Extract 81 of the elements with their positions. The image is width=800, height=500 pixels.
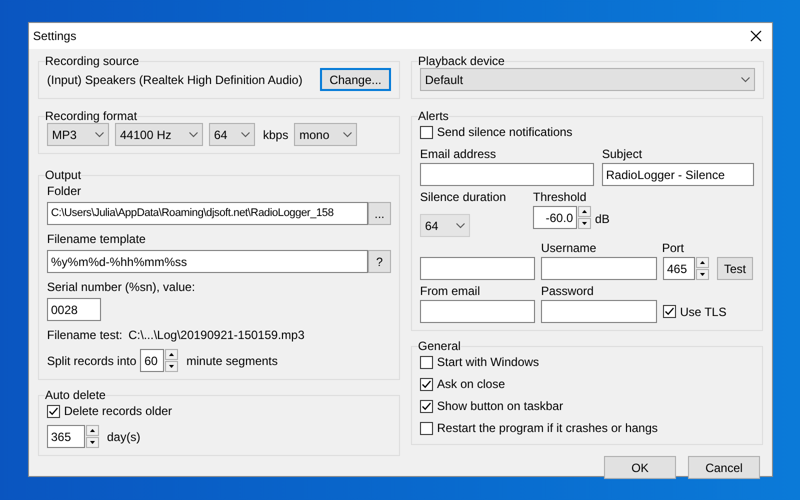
group-label: Playback device xyxy=(418,54,505,68)
checkbox-label[interactable]: Send silence notifications xyxy=(437,123,572,141)
input-field[interactable]: 0028 xyxy=(47,298,101,321)
input-field[interactable]: 465 xyxy=(663,257,695,280)
input-field[interactable] xyxy=(420,257,535,280)
field-label: Serial number (%sn), value: xyxy=(47,279,196,296)
field-label: (Input) Speakers (Realtek High Definition Audio) xyxy=(47,72,302,88)
field-label: minute segments xyxy=(186,352,278,370)
field-label: Split records into xyxy=(47,352,136,370)
field-label: Password xyxy=(541,283,594,300)
checkbox[interactable] xyxy=(420,422,433,434)
checkbox[interactable] xyxy=(420,126,433,138)
checkbox[interactable] xyxy=(420,378,433,390)
field-label: day(s) xyxy=(107,428,140,446)
chevron-down-icon xyxy=(95,132,104,138)
spin-buttons[interactable] xyxy=(696,257,709,280)
chevron-down-icon xyxy=(343,132,352,138)
group-label: Output xyxy=(45,168,82,182)
button[interactable]: Test xyxy=(717,257,753,280)
group-label: Recording source xyxy=(45,54,140,68)
input-field[interactable] xyxy=(541,257,657,280)
chevron-down-icon xyxy=(189,132,198,138)
spin-buttons[interactable] xyxy=(578,206,591,229)
field-label: Username xyxy=(541,240,598,257)
input-field[interactable] xyxy=(420,163,594,186)
field-label: Port xyxy=(662,240,684,257)
close-icon[interactable] xyxy=(750,30,762,42)
window-title: Settings xyxy=(33,28,76,45)
chevron-down-icon xyxy=(241,132,250,138)
group-label: General xyxy=(418,339,461,353)
chevron-down-icon xyxy=(456,222,465,228)
button[interactable]: ? xyxy=(368,250,391,273)
input-field[interactable]: 365 xyxy=(47,425,85,448)
group-label: Alerts xyxy=(418,109,449,123)
spin-buttons[interactable] xyxy=(86,425,99,448)
checkmark-icon xyxy=(48,406,59,416)
input-field[interactable]: C:\Users\Julia\AppData\Roaming\djsoft.net\RadioLogger_158 xyxy=(47,202,368,225)
checkbox[interactable] xyxy=(420,356,433,368)
input-field[interactable]: RadioLogger - Silence xyxy=(602,163,754,186)
field-label: C:\...\Log\20190921-150159.mp3 xyxy=(128,327,305,344)
chevron-down-icon xyxy=(741,76,750,82)
checkmark-icon xyxy=(664,306,675,317)
field-label: Threshold xyxy=(533,189,586,206)
button[interactable]: OK xyxy=(604,456,676,479)
button[interactable]: Change... xyxy=(320,68,391,91)
field-label: Silence duration xyxy=(420,189,508,206)
dropdown[interactable]: 64 xyxy=(420,214,470,237)
button[interactable]: ... xyxy=(368,202,391,225)
checkmark-icon xyxy=(421,400,432,412)
checkbox[interactable] xyxy=(663,305,676,318)
input-field[interactable]: -60.0 xyxy=(533,206,577,229)
field-label: Folder xyxy=(47,183,82,200)
group-label: Recording format xyxy=(45,109,138,123)
input-field[interactable] xyxy=(420,300,535,323)
group-label: Auto delete xyxy=(45,388,106,402)
checkbox[interactable] xyxy=(420,400,433,412)
checkmark-icon xyxy=(421,378,432,390)
dropdown[interactable]: 64 xyxy=(209,123,255,146)
checkbox-label[interactable]: Ask on close xyxy=(437,375,506,393)
checkbox-label[interactable]: Start with Windows xyxy=(437,353,540,371)
dropdown[interactable]: mono xyxy=(294,123,358,146)
checkbox-label[interactable]: Show button on taskbar xyxy=(437,397,564,415)
checkbox-label[interactable]: Use TLS xyxy=(680,302,726,320)
dropdown[interactable]: 44100 Hz xyxy=(115,123,203,146)
field-label: kbps xyxy=(263,126,288,144)
input-field[interactable]: %y%m%d-%hh%mm%ss xyxy=(47,250,368,273)
spin-buttons[interactable] xyxy=(165,349,178,372)
dropdown[interactable]: Default xyxy=(420,68,755,91)
field-label: Email address xyxy=(420,146,496,163)
field-label: From email xyxy=(420,283,482,300)
checkbox-label[interactable]: Restart the program if it crashes or hangs xyxy=(437,419,658,437)
input-field[interactable]: 60 xyxy=(140,349,164,372)
button[interactable]: Cancel xyxy=(688,456,760,479)
dropdown[interactable]: MP3 xyxy=(47,123,109,146)
checkbox[interactable] xyxy=(47,404,60,418)
field-label: Filename test: xyxy=(47,327,122,344)
input-field[interactable] xyxy=(541,300,657,323)
field-label: Filename template xyxy=(47,231,146,248)
field-label: dB xyxy=(595,211,610,228)
field-label: Subject xyxy=(602,146,644,163)
checkbox-label[interactable]: Delete records older xyxy=(64,402,172,420)
